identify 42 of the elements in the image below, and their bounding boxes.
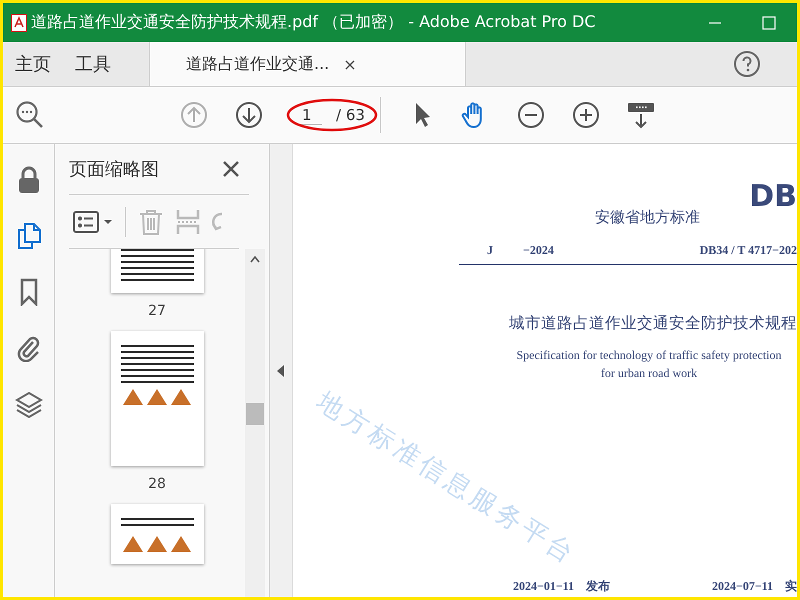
page-number-field[interactable]: 1 bbox=[300, 106, 322, 124]
options-menu-icon[interactable] bbox=[73, 210, 113, 234]
pdf-file-icon bbox=[11, 14, 27, 32]
tab[interactable]: 工具 bbox=[63, 42, 123, 86]
standard-code: DB bbox=[749, 182, 797, 212]
page-thumbnail[interactable] bbox=[110, 331, 204, 466]
pages-icon[interactable] bbox=[16, 222, 42, 250]
close-tab-button[interactable]: × bbox=[343, 54, 357, 74]
bookmark-icon[interactable] bbox=[18, 278, 38, 306]
record-number: J bbox=[487, 243, 493, 258]
scroll-up-icon[interactable] bbox=[250, 255, 260, 263]
scrollbar-thumb[interactable] bbox=[246, 403, 264, 425]
issue-date: 2024−01−11 发布 bbox=[513, 578, 610, 595]
standard-number: DB34 / T 4717−202 bbox=[700, 243, 797, 258]
zoom-out-icon[interactable] bbox=[517, 101, 545, 129]
tab[interactable]: 主页 bbox=[3, 42, 63, 86]
panel-title: 页面缩略图 bbox=[69, 158, 159, 181]
tab[interactable]: 道路占道作业交通... × bbox=[149, 42, 466, 86]
document-subtitle: Specification for technology of traffic safety protection for urban road work bbox=[515, 347, 782, 382]
document-watermark: 地方标准信息服务平台 bbox=[310, 386, 583, 573]
page-thumbnail[interactable] bbox=[110, 249, 204, 293]
record-year: −2024 bbox=[523, 243, 554, 258]
layers-icon[interactable] bbox=[14, 390, 42, 418]
lock-icon[interactable] bbox=[16, 166, 40, 194]
attachment-icon[interactable] bbox=[16, 334, 42, 362]
help-icon[interactable] bbox=[733, 50, 761, 78]
scroll-mode-icon[interactable] bbox=[627, 101, 655, 129]
collapse-arrow-icon[interactable] bbox=[277, 364, 285, 376]
maximize-icon[interactable] bbox=[761, 14, 777, 30]
page-thumbnail[interactable] bbox=[110, 504, 204, 564]
close-icon[interactable] bbox=[223, 161, 239, 177]
arrow-down-icon[interactable] bbox=[235, 101, 263, 129]
window-title: 道路占道作业交通安全防护技术规程.pdf （已加密） - Adobe Acrobat Pro DC bbox=[31, 12, 596, 33]
authority-text: 安徽省地方标准 bbox=[595, 208, 701, 227]
search-icon[interactable] bbox=[15, 100, 45, 130]
zoom-in-icon[interactable] bbox=[572, 101, 600, 129]
page-number: 28 bbox=[148, 476, 166, 492]
page-number: 27 bbox=[148, 303, 166, 319]
document-title: 城市道路占道作业交通安全防护技术规程 bbox=[509, 313, 797, 334]
effective-date: 2024−07−11 实 bbox=[712, 578, 797, 595]
page-count: / 63 bbox=[336, 106, 365, 124]
scrollbar[interactable] bbox=[245, 249, 265, 597]
